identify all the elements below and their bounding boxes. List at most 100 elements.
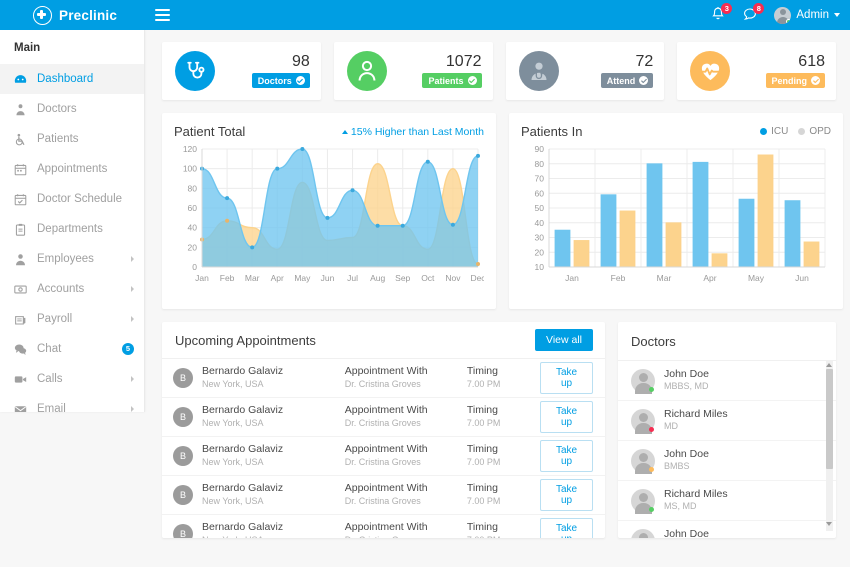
- doctor-row[interactable]: Richard Miles MS, MD: [618, 481, 836, 521]
- take-up-button[interactable]: Take up: [540, 479, 593, 511]
- appointment-patient: Bernardo GalavizNew York, USA: [202, 404, 345, 429]
- take-up-button[interactable]: Take up: [540, 362, 593, 394]
- sidebar-item-patients[interactable]: Patients: [0, 124, 144, 154]
- check-icon: [295, 76, 305, 85]
- svg-text:100: 100: [183, 164, 197, 174]
- sidebar-item-doctor-schedule[interactable]: Doctor Schedule: [0, 184, 144, 214]
- sidebar-item-badge: 5: [122, 343, 134, 355]
- check-icon: [639, 76, 649, 85]
- stat-card-attend[interactable]: 72 Attend: [505, 42, 665, 100]
- appointment-timing: Timing7.00 PM: [467, 404, 540, 429]
- svg-text:Jul: Jul: [347, 273, 358, 283]
- sidebar-item-chat[interactable]: Chat 5: [0, 334, 144, 364]
- patient-total-chart: 0 20 40 60 80 100 120 Jan Feb Mar Apr May Jun Jul Aug S…: [183, 144, 486, 283]
- take-up-button[interactable]: Take up: [540, 518, 593, 538]
- doctor-degree: MD: [664, 421, 678, 432]
- legend-item-icu[interactable]: ICU: [760, 126, 788, 137]
- envelope-icon: [14, 403, 27, 412]
- sidebar-item-email[interactable]: Email: [0, 394, 144, 412]
- sidebar-item-employees[interactable]: Employees: [0, 244, 144, 274]
- doctor-row[interactable]: John DoeMBBS, MD: [618, 521, 836, 538]
- appointment-with-label: Appointment With: [344, 443, 428, 456]
- doctor-name: John Doe: [664, 527, 709, 538]
- appointment-with-label: Appointment With: [344, 404, 428, 417]
- doctors-scrollbar-thumb[interactable]: [826, 369, 833, 469]
- legend-dot-icon: [760, 128, 768, 135]
- doctor-row[interactable]: Richard Miles MD: [618, 401, 836, 441]
- svg-text:30: 30: [535, 233, 545, 243]
- scroll-down-arrow-icon[interactable]: [826, 522, 832, 526]
- stat-tag: Patients: [422, 73, 482, 88]
- sidebar-item-label: Accounts: [37, 283, 85, 295]
- legend-item-opd[interactable]: OPD: [798, 126, 831, 137]
- money-icon: [14, 283, 27, 296]
- stat-tag: Doctors: [251, 73, 310, 88]
- heartbeat-icon: [690, 51, 731, 91]
- patients-in-header: Patients In ICU OPD: [521, 124, 831, 139]
- appointment-row[interactable]: BBernardo GalavizNew York, USAAppointmen…: [162, 359, 605, 398]
- stat-tag-label: Doctors: [257, 75, 292, 86]
- doctor-name: Dr. Cristina Groves: [344, 496, 421, 507]
- messages-chat-icon[interactable]: 8: [742, 2, 765, 25]
- charts-row: Patient Total 15% Higher than Last Month…: [162, 113, 843, 309]
- appointments-title: Upcoming Appointments: [175, 332, 316, 348]
- svg-text:May: May: [748, 273, 765, 283]
- timing-label: Timing: [466, 404, 498, 417]
- svg-text:60: 60: [188, 203, 198, 213]
- appointment-row[interactable]: BBernardo GalavizNew York, USAAppointmen…: [162, 515, 605, 538]
- view-all-button[interactable]: View all: [535, 329, 593, 351]
- sidebar-item-doctors[interactable]: Doctors: [0, 94, 144, 124]
- stat-values: 72 Attend: [600, 54, 654, 88]
- patient-location: New York, USA: [202, 418, 264, 429]
- stat-card-doctors[interactable]: 98 Doctors: [162, 42, 321, 100]
- status-dot: [649, 426, 654, 432]
- appointment-row[interactable]: BBernardo GalavizNew York, USAAppointmen…: [162, 398, 605, 437]
- sidebar-item-payroll[interactable]: Payroll: [0, 304, 144, 334]
- svg-text:Feb: Feb: [611, 273, 626, 283]
- stat-tag-label: Attend: [606, 75, 636, 86]
- scroll-up-arrow-icon[interactable]: [826, 363, 832, 367]
- stat-values: 1072 Patients: [422, 54, 482, 88]
- avatar: [631, 408, 655, 434]
- doctor-degree: MS, MD: [664, 501, 697, 512]
- svg-text:40: 40: [535, 218, 545, 228]
- bottom-row: Upcoming Appointments View all B Bernardo…: [162, 322, 836, 538]
- doctor-row[interactable]: John DoeMBBS, MD: [618, 361, 836, 401]
- trend-up-icon: [341, 129, 348, 134]
- dashboard-icon: [14, 73, 27, 86]
- patient-location: New York, USA: [202, 534, 345, 538]
- svg-text:80: 80: [188, 183, 198, 193]
- appointment-row[interactable]: BBernardo GalavizNew York, USAAppointmen…: [162, 476, 605, 515]
- sidebar-item-departments[interactable]: Departments: [0, 214, 144, 244]
- notifications-badge: 3: [721, 2, 733, 14]
- doctor-info: John DoeMBBS, MD: [664, 368, 709, 393]
- wheelchair-icon: [14, 133, 27, 146]
- doctor-info: Richard Miles MS, MD: [664, 488, 728, 513]
- stat-values: 98 Doctors: [251, 54, 310, 88]
- notifications-bell-icon[interactable]: 3: [710, 2, 733, 25]
- legend-label: ICU: [771, 126, 789, 137]
- svg-text:120: 120: [183, 144, 197, 154]
- doctor-row[interactable]: John Doe BMBS: [618, 441, 836, 481]
- avatar: [631, 368, 655, 394]
- sidebar-item-dashboard[interactable]: Dashboard: [0, 64, 144, 94]
- stat-card-pending[interactable]: 618 Pending: [677, 42, 836, 100]
- admin-menu[interactable]: Admin: [774, 6, 840, 24]
- svg-text:Feb: Feb: [220, 273, 235, 283]
- doctor-name: John Doe: [664, 367, 709, 380]
- check-icon: [467, 76, 477, 85]
- avatar: [631, 448, 655, 474]
- upcoming-appointments-card: Upcoming Appointments View all B Bernardo…: [162, 322, 605, 538]
- take-up-button[interactable]: Take up: [540, 401, 593, 433]
- hamburger-icon[interactable]: [155, 8, 170, 22]
- stat-card-patients[interactable]: 1072 Patients: [333, 42, 493, 100]
- sidebar-item-appointments[interactable]: Appointments: [0, 154, 144, 184]
- doctor-info: John Doe BMBS: [664, 448, 709, 473]
- sidebar-item-accounts[interactable]: Accounts: [0, 274, 144, 304]
- appointment-row[interactable]: BBernardo GalavizNew York, USAAppointmen…: [162, 437, 605, 476]
- sidebar-item-calls[interactable]: Calls: [0, 364, 144, 394]
- take-up-button[interactable]: Take up: [540, 440, 593, 472]
- sidebar: Main Dashboard Doctors Patients Appointment…: [0, 30, 145, 412]
- status-dot: [649, 386, 654, 392]
- brand[interactable]: Preclinic: [0, 0, 145, 30]
